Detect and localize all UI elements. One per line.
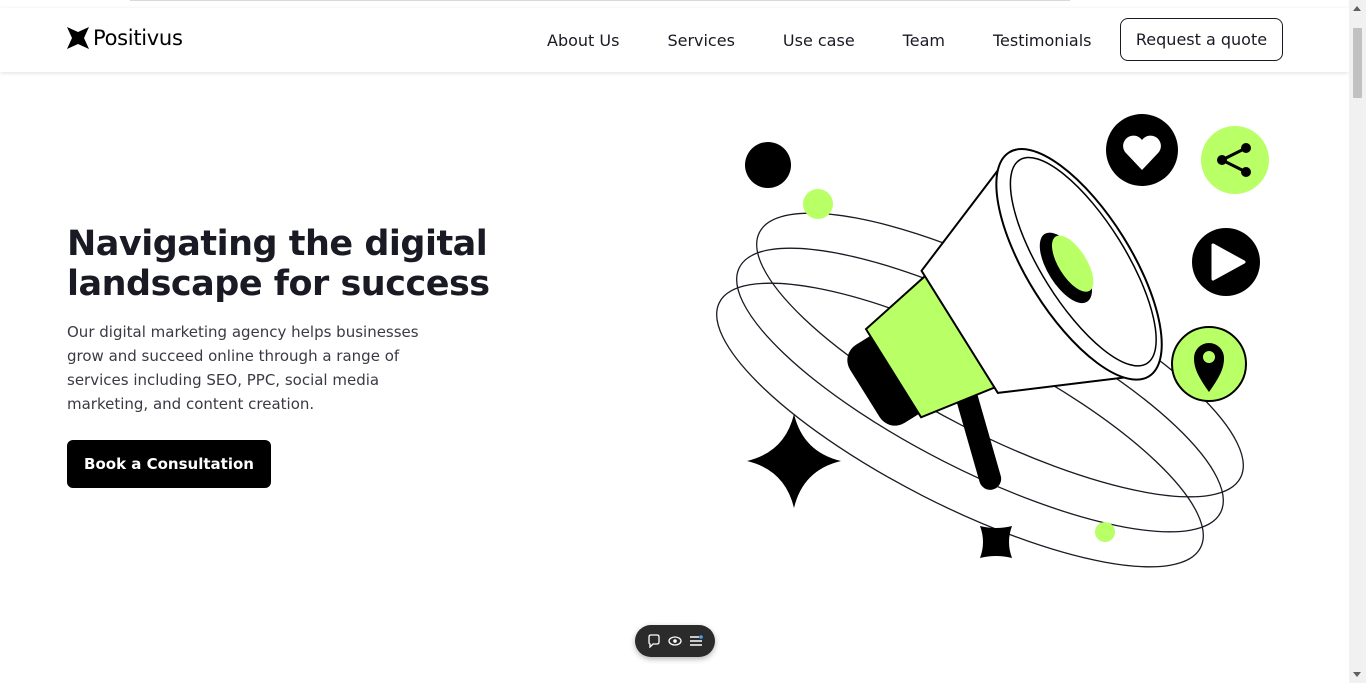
green-dot	[803, 189, 833, 219]
scrollbar-thumb[interactable]	[1353, 28, 1362, 98]
nav-use-case[interactable]: Use case	[783, 31, 855, 50]
heart-icon	[1106, 114, 1178, 186]
scroll-up-arrow-icon[interactable]	[1353, 6, 1361, 11]
play-icon	[1192, 228, 1260, 296]
hero-description: Our digital marketing agency helps busin…	[67, 323, 419, 413]
request-quote-button[interactable]: Request a quote	[1120, 18, 1283, 61]
scroll-down-arrow-icon[interactable]	[1353, 672, 1361, 677]
logo[interactable]: Positivus	[67, 26, 183, 50]
eye-icon[interactable]	[666, 632, 684, 650]
main-nav: About Us Services Use case Team Testimon…	[530, 18, 1139, 62]
book-consultation-button[interactable]: Book a Consultation	[67, 440, 271, 488]
browser-top-strip	[0, 0, 1349, 8]
floating-toolbar	[635, 625, 715, 657]
site-header: Positivus About Us Services Use case Tea…	[0, 8, 1349, 72]
nav-testimonials[interactable]: Testimonials	[993, 31, 1092, 50]
sparkle-star-icon	[747, 414, 841, 508]
hero-title-line1: Navigating the digital	[67, 224, 488, 264]
hero-title-line2: landscape for success	[67, 264, 490, 304]
hero-illustration	[716, 114, 1269, 568]
black-dot	[745, 142, 791, 188]
location-pin-icon	[1171, 326, 1247, 402]
small-star-icon	[980, 526, 1012, 558]
green-dot-small	[1095, 522, 1115, 542]
nav-about-us[interactable]: About Us	[547, 31, 619, 50]
positivus-logo-icon	[67, 27, 89, 49]
nav-team[interactable]: Team	[903, 31, 945, 50]
logo-text: Positivus	[93, 26, 183, 50]
menu-icon[interactable]	[687, 632, 705, 650]
hero-title: Navigating the digital landscape for suc…	[67, 224, 527, 304]
share-icon	[1201, 126, 1269, 194]
nav-services[interactable]: Services	[667, 31, 734, 50]
page-scrollbar[interactable]	[1349, 0, 1366, 683]
chat-bubble-icon[interactable]	[645, 632, 663, 650]
